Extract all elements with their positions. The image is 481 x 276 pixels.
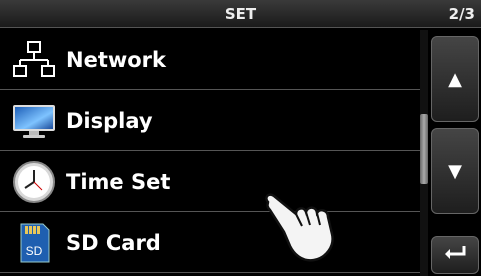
scrollbar-thumb[interactable] xyxy=(420,114,428,184)
menu-item-label: SD Card xyxy=(66,230,161,255)
touch-hand-icon xyxy=(262,192,342,264)
settings-menu: Network Display Time Set SD SD Card xyxy=(0,30,420,276)
return-icon xyxy=(442,244,468,267)
menu-item-time-set[interactable]: Time Set xyxy=(0,152,420,212)
menu-item-label: Display xyxy=(66,108,153,133)
sd-card-icon-text: SD xyxy=(26,244,43,258)
clock-icon xyxy=(10,158,58,206)
menu-item-sd-card[interactable]: SD SD Card xyxy=(0,213,420,273)
menu-item-label: Time Set xyxy=(66,169,171,194)
menu-item-label: Network xyxy=(66,47,167,72)
sd-card-icon: SD xyxy=(10,219,58,267)
scroll-up-button[interactable]: ▲ xyxy=(431,36,479,122)
up-arrow-icon: ▲ xyxy=(448,68,462,90)
menu-item-network[interactable]: Network xyxy=(0,30,420,90)
display-icon xyxy=(10,97,58,145)
back-button[interactable] xyxy=(431,236,479,274)
scroll-down-button[interactable]: ▼ xyxy=(431,128,479,214)
network-icon xyxy=(10,36,58,84)
menu-item-display[interactable]: Display xyxy=(0,91,420,151)
title-bar: SET 2/3 xyxy=(0,0,481,28)
down-arrow-icon: ▼ xyxy=(448,160,462,182)
screen-title: SET xyxy=(224,5,257,23)
scrollbar[interactable] xyxy=(420,30,428,276)
page-indicator: 2/3 xyxy=(448,5,475,23)
